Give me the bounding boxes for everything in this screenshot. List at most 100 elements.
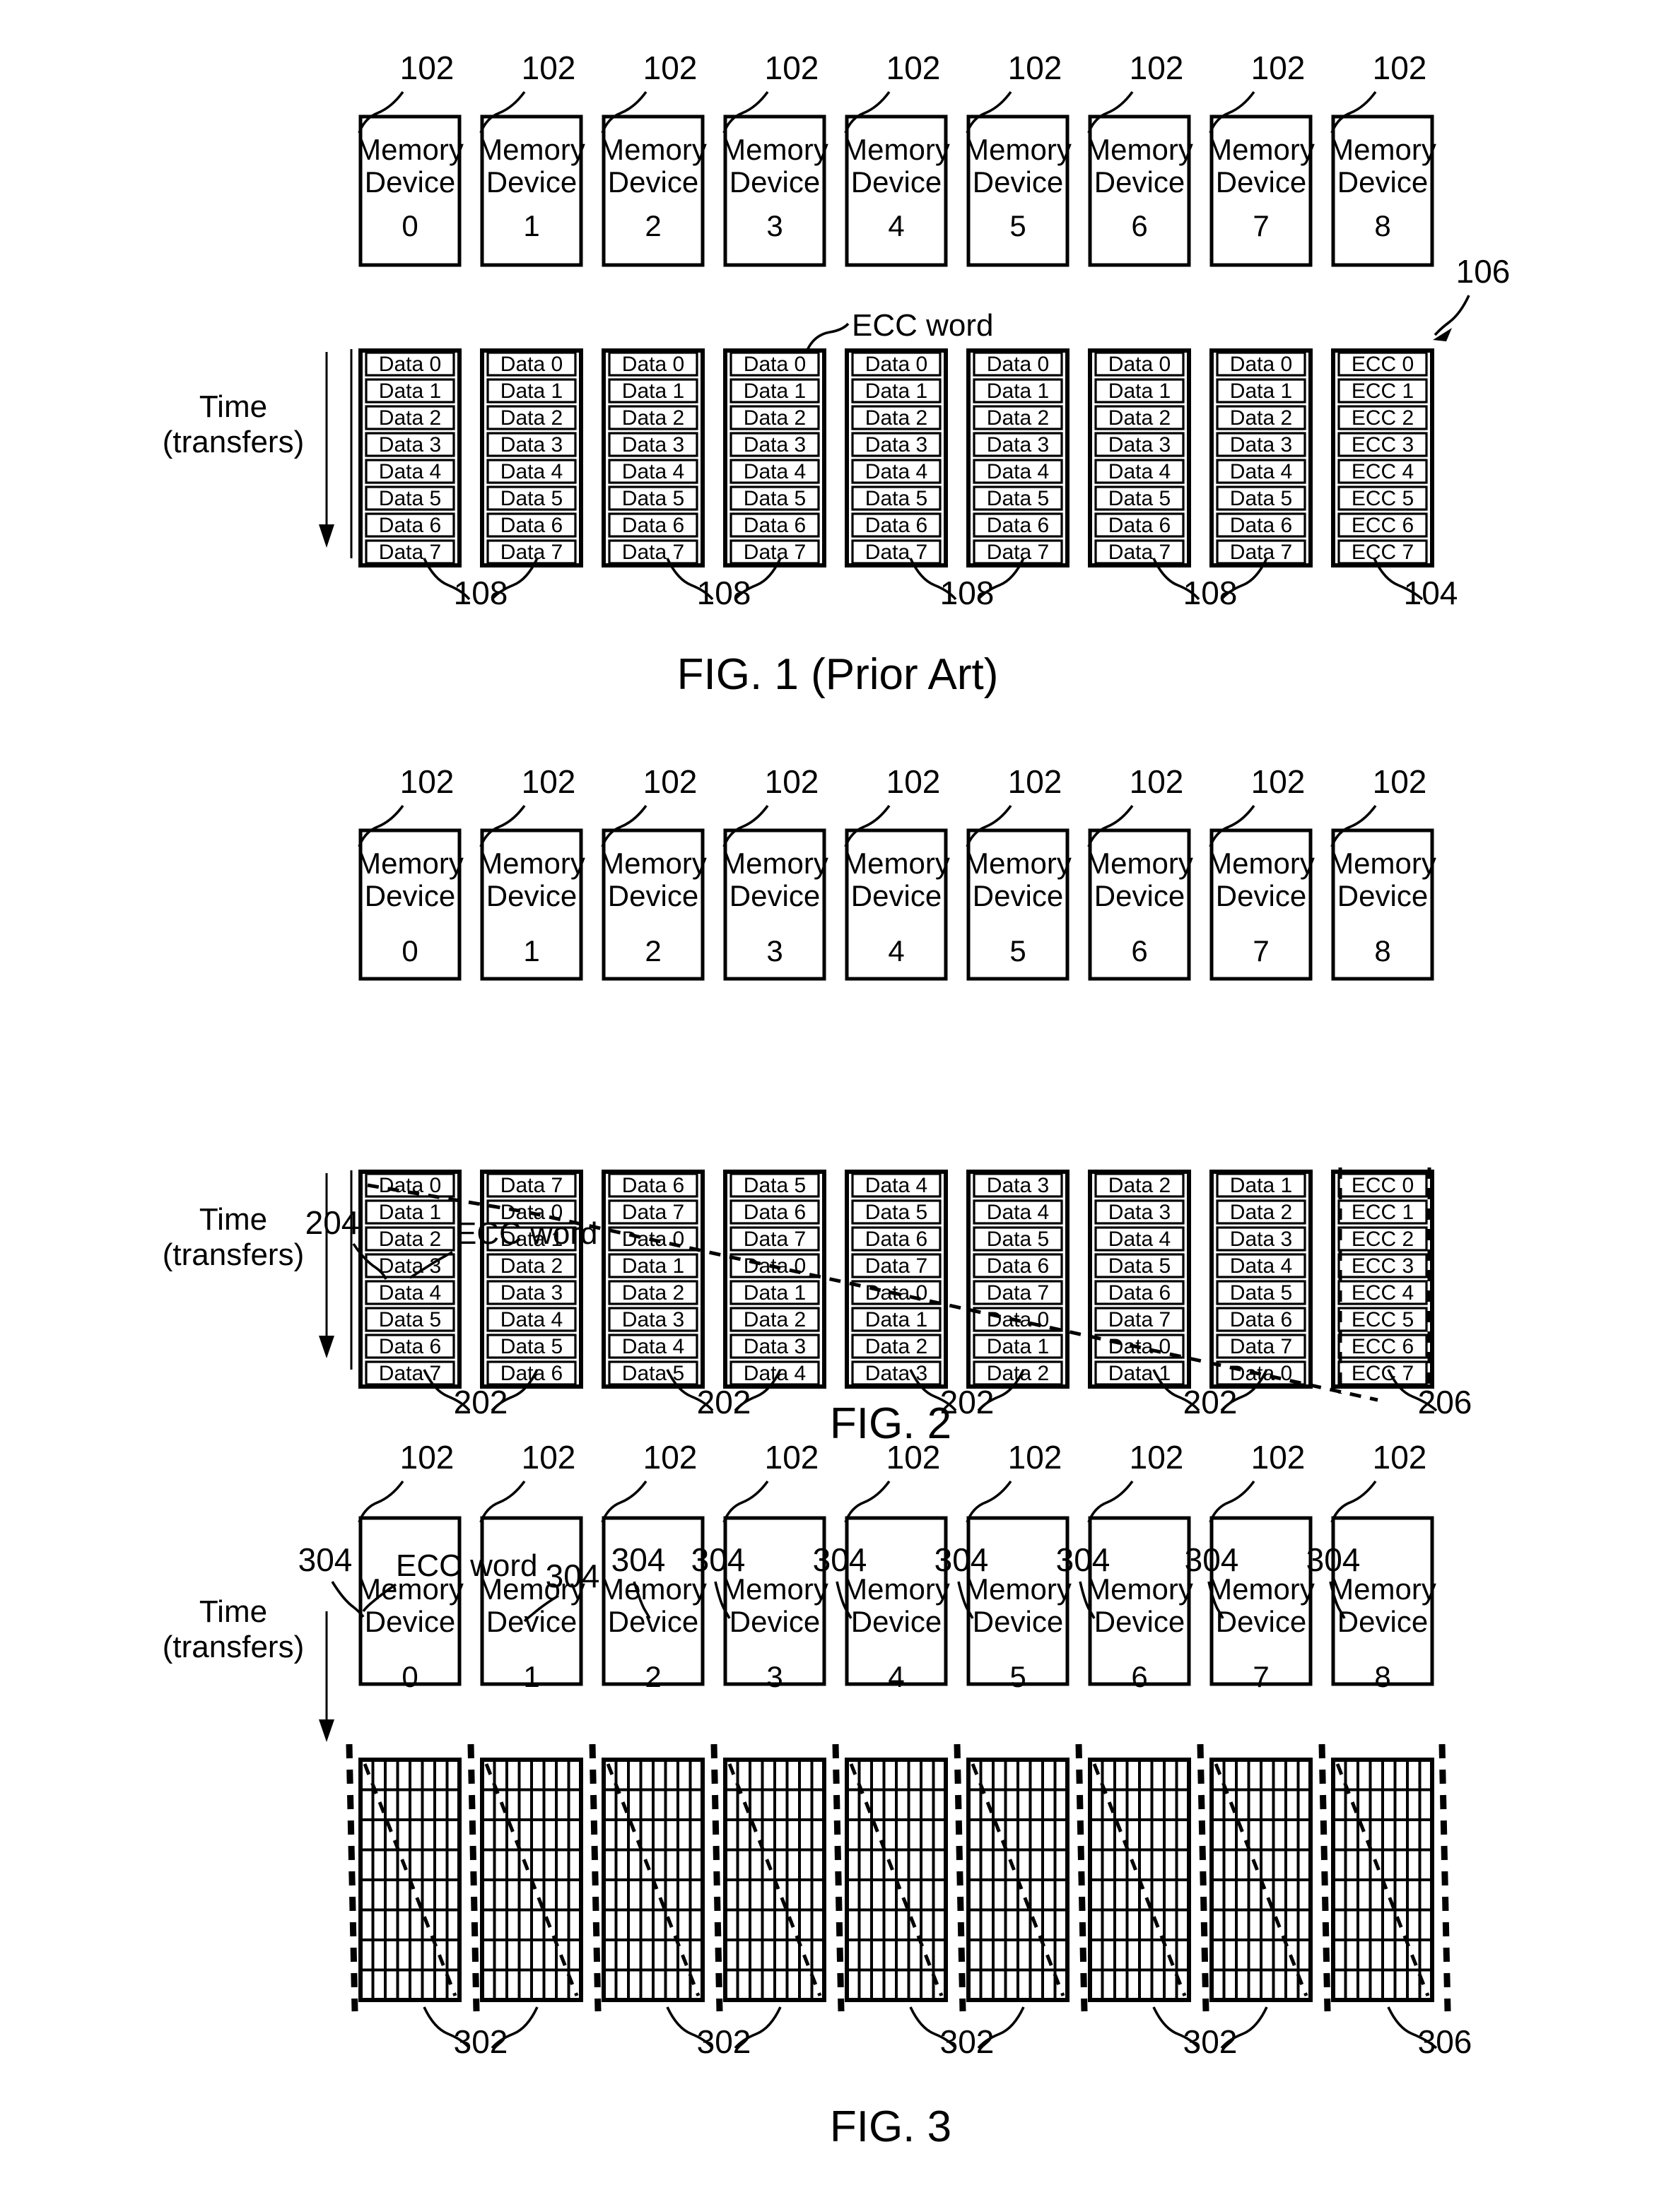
- fig2-time-axis: Time (transfers): [163, 1170, 353, 1370]
- fig3-top-refs: 304 ECC word 304 304 304 304 304 304 304…: [298, 1541, 1361, 1623]
- data-column: Data 0 Data 1 Data 2 Data 3 Data 4 Data 5 Data…: [966, 348, 1070, 567]
- ref-102: 102: [400, 1439, 455, 1476]
- ref-304: 304: [611, 1541, 666, 1578]
- ref-304: 304: [1306, 1541, 1361, 1578]
- memory-device-box: Memory Device 6: [1086, 114, 1193, 267]
- time-label-transfers: (transfers): [163, 1237, 304, 1272]
- memory-device-box: Memory Device 7: [1207, 114, 1315, 267]
- data-cell-label: Data 0: [744, 353, 806, 376]
- data-cell-label: Data 6: [1108, 1281, 1171, 1305]
- ecc-word-boundary: [467, 1743, 480, 2012]
- data-cell-label: ECC 3: [1352, 433, 1414, 457]
- data-cell-label: Data 5: [1230, 487, 1292, 510]
- device-number: 1: [523, 209, 539, 242]
- figure-3: 102 102 102 102 102 102 102 102 102 Memo…: [0, 1439, 1676, 2212]
- device-number: 7: [1253, 1660, 1269, 1693]
- data-cell-label: ECC 6: [1352, 514, 1414, 537]
- data-cell-label: Data 1: [1230, 380, 1292, 403]
- fig2-memory-devices: MemoryDevice0MemoryDevice1MemoryDevice2M…: [356, 828, 1436, 981]
- fig3-memory-devices: MemoryDevice0MemoryDevice1MemoryDevice2M…: [356, 1516, 1436, 1693]
- data-cell-label: Data 5: [865, 487, 927, 510]
- data-cell-label: Data 6: [1230, 1308, 1292, 1331]
- data-cell-label: Data 7: [1230, 541, 1292, 564]
- data-cell-label: ECC 7: [1352, 541, 1414, 564]
- ecc-word-boundary: [1197, 1743, 1209, 2012]
- ref-102: 102: [1373, 49, 1427, 86]
- data-column: Data 0 Data 1 Data 2 Data 3 Data 4 Data 5 Data…: [1209, 348, 1313, 567]
- ref-102: 102: [522, 763, 576, 800]
- fig3-device-refs: 102 102 102 102 102 102 102 102 102: [358, 1439, 1427, 1523]
- data-cell-label: Data 0: [987, 353, 1049, 376]
- device-label-memory: Memory: [843, 133, 950, 166]
- data-cell-label: Data 2: [622, 406, 684, 430]
- device-number: 3: [766, 209, 783, 242]
- ecc-word-label: ECC word: [396, 1548, 538, 1583]
- memory-device-box: Memory Device 0: [356, 114, 464, 267]
- memory-device-box: Memory Device 4: [843, 114, 950, 267]
- device-label-device: Device: [973, 1605, 1063, 1638]
- data-cell-label: Data 6: [622, 1174, 684, 1197]
- fig1-ref-106: 106: [1433, 253, 1510, 341]
- data-cell-label: Data 3: [1108, 433, 1171, 457]
- data-cell-label: Data 3: [987, 1174, 1049, 1197]
- ecc-word-boundary: [954, 1743, 966, 2012]
- ecc-word-boundary: [1438, 1743, 1451, 2012]
- data-cell-label: Data 5: [744, 1174, 806, 1197]
- ref-102: 102: [1008, 1439, 1062, 1476]
- data-column: Data 3Data 4Data 5Data 6Data 7Data 0Data…: [966, 1170, 1070, 1389]
- data-cell-label: Data 5: [1108, 487, 1171, 510]
- data-cell-label: ECC 0: [1352, 353, 1414, 376]
- fig1-memory-devices: Memory Device 0 Memory Device 1 Memory D…: [356, 114, 1436, 267]
- device-label-device: Device: [729, 879, 820, 912]
- device-number: 5: [1009, 934, 1026, 967]
- data-cell-label: Data 2: [865, 406, 927, 430]
- memory-device-box: MemoryDevice 6: [1086, 828, 1193, 981]
- data-cell-label: Data 4: [1108, 460, 1171, 483]
- ref-102: 102: [1373, 1439, 1427, 1476]
- fig3-fine-grid: [358, 1758, 1434, 2002]
- data-cell-label: Data 5: [1230, 1281, 1292, 1305]
- device-label-memory: Memory: [1329, 847, 1436, 880]
- data-column: Data 1 Data 2 Data 3 Data 4 Data 5 Data 6 Data…: [1209, 1170, 1313, 1389]
- time-label: Time: [199, 1202, 267, 1237]
- figure-1-caption: FIG. 1 (Prior Art): [677, 650, 999, 699]
- device-label-memory: Memory: [1329, 133, 1436, 166]
- device-label-device: Device: [1216, 1605, 1306, 1638]
- data-cell-label: Data 6: [622, 514, 684, 537]
- data-cell-label: Data 3: [1230, 433, 1292, 457]
- memory-device-box: MemoryDevice1: [478, 1516, 585, 1693]
- device-number: 5: [1009, 209, 1026, 242]
- data-cell-label: Data 7: [987, 541, 1049, 564]
- data-cell-label: Data 6: [379, 1335, 441, 1358]
- device-label-device: Device: [486, 1605, 577, 1638]
- data-cell-label: Data 0: [500, 353, 563, 376]
- data-cell-label: Data 6: [865, 514, 927, 537]
- data-cell-label: Data 1: [379, 380, 441, 403]
- data-cell-label: Data 3: [622, 1308, 684, 1331]
- ref-304: 304: [298, 1541, 353, 1578]
- data-cell-label: Data 1: [622, 1254, 684, 1278]
- device-label-device: Device: [973, 879, 1063, 912]
- data-cell-label: Data 4: [500, 460, 563, 483]
- device-label-memory: Memory: [1207, 133, 1315, 166]
- data-cell-label: Data 1: [500, 380, 563, 403]
- data-cell-label: Data 5: [987, 1228, 1049, 1251]
- data-cell-label: Data 5: [744, 487, 806, 510]
- data-cell-label: Data 2: [744, 1308, 806, 1331]
- memory-device-box: Memory Device 1: [478, 114, 585, 267]
- data-cell-label: Data 1: [865, 380, 927, 403]
- data-cell-label: Data 4: [379, 460, 441, 483]
- device-number: 7: [1253, 934, 1269, 967]
- device-label-device: Device: [365, 165, 455, 199]
- data-cell-label: ECC 2: [1352, 406, 1414, 430]
- memory-device-box: MemoryDevice 3: [721, 828, 828, 981]
- data-cell-label: Data 3: [865, 433, 927, 457]
- data-cell-label: Data 1: [987, 380, 1049, 403]
- data-column: ECC 0 ECC 1 ECC 2 ECC 3 ECC 4 ECC 5 ECC 6 ECC 7: [1331, 348, 1434, 567]
- ref-102: 102: [522, 49, 576, 86]
- data-cell-label: Data 4: [865, 1174, 927, 1197]
- data-cell-label: Data 4: [622, 1335, 684, 1358]
- device-number: 1: [523, 934, 539, 967]
- data-cell-label: Data 7: [1108, 1308, 1171, 1331]
- data-cell-label: Data 2: [1108, 406, 1171, 430]
